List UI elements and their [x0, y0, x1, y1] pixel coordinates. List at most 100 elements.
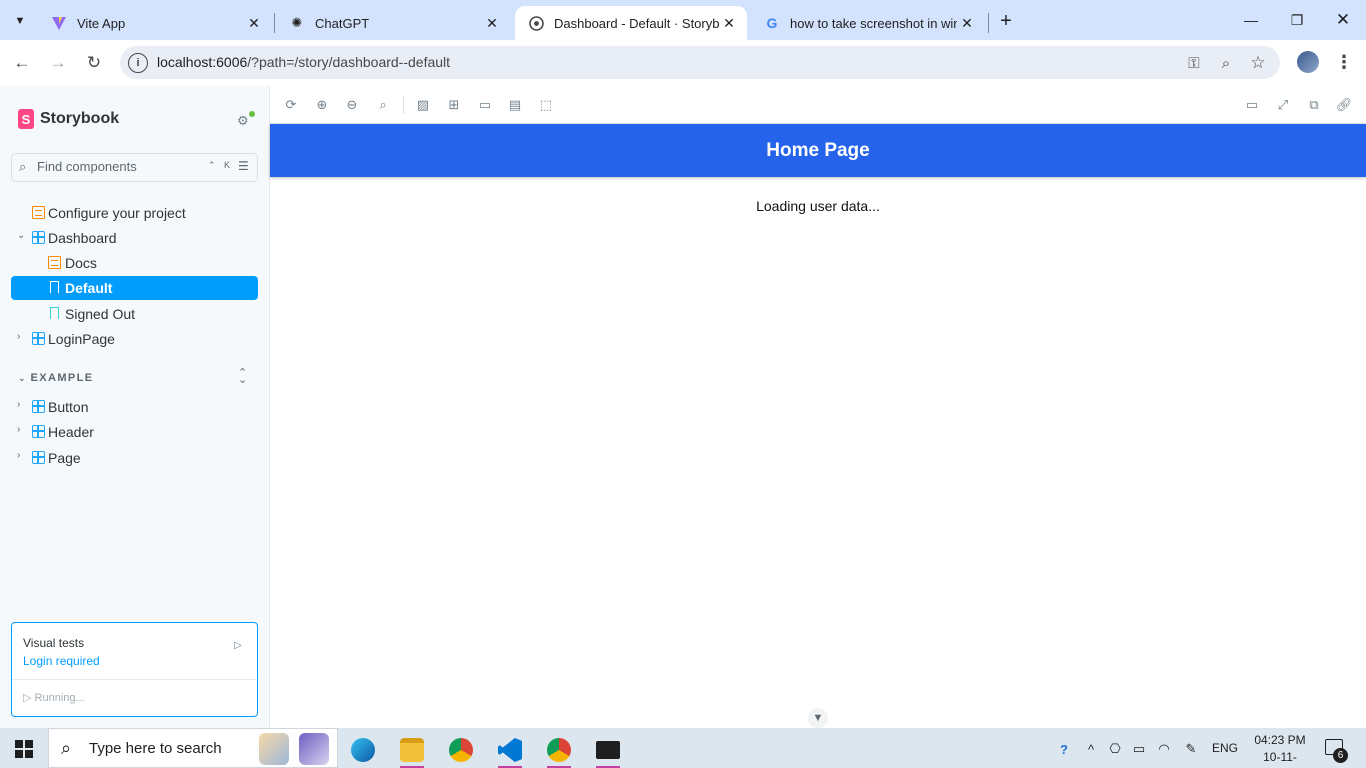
close-icon[interactable]: ✕	[244, 13, 264, 33]
tree-item-label: Button	[48, 399, 89, 415]
notification-count-badge: 6	[1333, 748, 1348, 763]
close-icon[interactable]: ✕	[482, 13, 502, 33]
tree-item-loginpage[interactable]: › LoginPage	[11, 327, 258, 351]
expand-collapse-icon[interactable]: ⌃ ⌄	[238, 368, 247, 386]
play-icon[interactable]: ▷	[234, 640, 242, 651]
system-clock[interactable]: 04:23 PM 10-11-2024	[1250, 732, 1310, 768]
tab-storybook-dashboard[interactable]: Dashboard - Default · Storybook ✕	[515, 6, 747, 40]
copy-link-icon[interactable]: 🔗︎	[1336, 97, 1353, 113]
close-icon[interactable]: ✕	[957, 13, 977, 33]
storybook-sidebar: S Storybook ⚙ ⌕ ⌃ K ☰ Configure your pro…	[0, 86, 270, 728]
remount-icon[interactable]: ⟳	[283, 97, 299, 113]
login-required-link[interactable]: Login required	[23, 654, 100, 668]
address-bar[interactable]: i localhost:6006/?path=/story/dashboard-…	[120, 46, 1280, 79]
addon-panel-icon[interactable]: ▭	[1244, 97, 1260, 113]
file-explorer-app-icon[interactable]	[392, 732, 432, 768]
divider	[12, 679, 257, 680]
back-icon[interactable]: ←	[8, 49, 36, 77]
search-input[interactable]	[37, 159, 207, 174]
tree-item-default[interactable]: Default	[11, 276, 258, 300]
grid-icon[interactable]: ⊞	[446, 97, 462, 113]
profile-icon[interactable]	[1297, 51, 1319, 73]
minimize-icon[interactable]: —	[1228, 6, 1274, 34]
close-window-icon[interactable]: ✕	[1320, 6, 1366, 34]
star-icon[interactable]: ☆	[1248, 53, 1268, 73]
bookmark-icon	[50, 281, 59, 293]
storybook-name: Storybook	[40, 110, 120, 127]
tab-google-search[interactable]: G how to take screenshot in windows ✕	[751, 6, 985, 40]
browser-tab-strip: ▼ Vite App ✕ ✺ ChatGPT ✕ Dashboard - Def…	[0, 0, 1366, 40]
tree-item-page[interactable]: › Page	[11, 446, 258, 470]
help-icon[interactable]: ?	[1055, 740, 1073, 758]
settings-icon[interactable]: ⚙	[237, 111, 255, 129]
battery-icon[interactable]: ▭	[1130, 740, 1148, 758]
addon-toggle-icon[interactable]: ▼	[808, 708, 828, 728]
terminal-app-icon[interactable]	[588, 732, 628, 768]
tree-item-signed-out[interactable]: Signed Out	[11, 302, 258, 326]
menu-icon[interactable]: ⋮	[1334, 50, 1354, 74]
chrome-app-icon[interactable]	[441, 732, 481, 768]
tab-chatgpt[interactable]: ✺ ChatGPT ✕	[276, 6, 510, 40]
component-search: ⌕ ⌃ K ☰	[11, 153, 258, 182]
zoom-in-icon[interactable]: ⊕	[314, 97, 330, 113]
search-highlight-icon	[299, 733, 329, 765]
plus-icon[interactable]: +	[994, 9, 1018, 33]
pen-icon[interactable]: ✎	[1182, 740, 1200, 758]
forward-icon[interactable]: →	[44, 49, 72, 77]
edge-app-icon[interactable]	[343, 732, 383, 768]
tab-search-chevron-down-icon[interactable]: ▼	[7, 8, 33, 34]
info-icon[interactable]: i	[128, 53, 148, 73]
section-header-example[interactable]: ⌄ EXAMPLE	[18, 372, 94, 384]
reload-icon[interactable]: ↻	[80, 49, 108, 77]
search-shortcut: ⌃ K	[208, 160, 234, 170]
component-icon	[32, 332, 45, 345]
language-indicator[interactable]: ENG	[1212, 741, 1238, 755]
fullscreen-icon[interactable]: ⤢	[1275, 97, 1291, 113]
tab-vite-app[interactable]: Vite App ✕	[38, 6, 272, 40]
zoom-out-icon[interactable]: ⊖	[344, 97, 360, 113]
url-text[interactable]: localhost:6006/?path=/story/dashboard--d…	[157, 54, 450, 70]
bookmark-icon	[50, 307, 59, 319]
preview-toolbar: ⟳ ⊕ ⊖ ⌕ ▨ ⊞ ▭ ▤ ⬚ ▭ ⤢ ⧉ 🔗︎	[270, 86, 1366, 124]
document-icon	[48, 256, 61, 269]
tree-item-label: Dashboard	[48, 230, 117, 246]
wifi-icon[interactable]: ◠	[1155, 740, 1173, 758]
tree-item-button[interactable]: › Button	[11, 395, 258, 419]
chevron-up-icon[interactable]: ^	[1082, 740, 1100, 758]
storybook-favicon	[528, 15, 544, 31]
visual-tests-title: Visual tests	[23, 636, 85, 650]
url-host: localhost:6006	[157, 54, 248, 70]
search-icon: ⌕	[61, 738, 72, 758]
filter-icon[interactable]: ☰	[238, 159, 249, 173]
tree-item-docs[interactable]: Docs	[11, 251, 258, 275]
tree-item-header[interactable]: › Header	[11, 420, 258, 444]
windows-start-icon[interactable]	[15, 740, 33, 758]
chrome-profile-app-icon[interactable]	[539, 732, 579, 768]
url-path: /?path=/story/dashboard--default	[247, 54, 451, 70]
tree-item-label: Docs	[65, 255, 97, 271]
component-icon	[32, 425, 45, 438]
key-icon[interactable]: ⚿	[1184, 53, 1204, 73]
update-dot	[249, 111, 255, 117]
reset-zoom-icon[interactable]: ⌕	[375, 97, 391, 113]
open-new-tab-icon[interactable]: ⧉	[1306, 97, 1322, 113]
running-status: ▷ Running...	[23, 691, 85, 704]
taskbar-search[interactable]: ⌕ Type here to search	[48, 728, 338, 768]
section-title: EXAMPLE	[30, 372, 94, 384]
storybook-brand[interactable]: S Storybook	[18, 109, 119, 129]
vscode-app-icon[interactable]	[490, 732, 530, 768]
restore-icon[interactable]: ❐	[1274, 6, 1320, 34]
background-icon[interactable]: ▨	[415, 97, 431, 113]
browser-toolbar: ← → ↻ i localhost:6006/?path=/story/dash…	[0, 40, 1366, 86]
camera-icon[interactable]: ⎔	[1106, 740, 1124, 758]
outline-icon[interactable]: ⬚	[538, 97, 554, 113]
close-icon[interactable]: ✕	[719, 13, 739, 33]
tree-item-configure[interactable]: Configure your project	[11, 201, 258, 225]
tree-item-dashboard[interactable]: ⌄ Dashboard	[11, 226, 258, 250]
zoom-icon[interactable]: ⌕	[1216, 53, 1236, 73]
storybook-logo-icon: S	[18, 109, 34, 129]
measure-icon[interactable]: ▤	[507, 97, 523, 113]
chevron-right-icon: ›	[17, 331, 21, 342]
tab-title: ChatGPT	[315, 15, 370, 31]
viewport-icon[interactable]: ▭	[477, 97, 493, 113]
